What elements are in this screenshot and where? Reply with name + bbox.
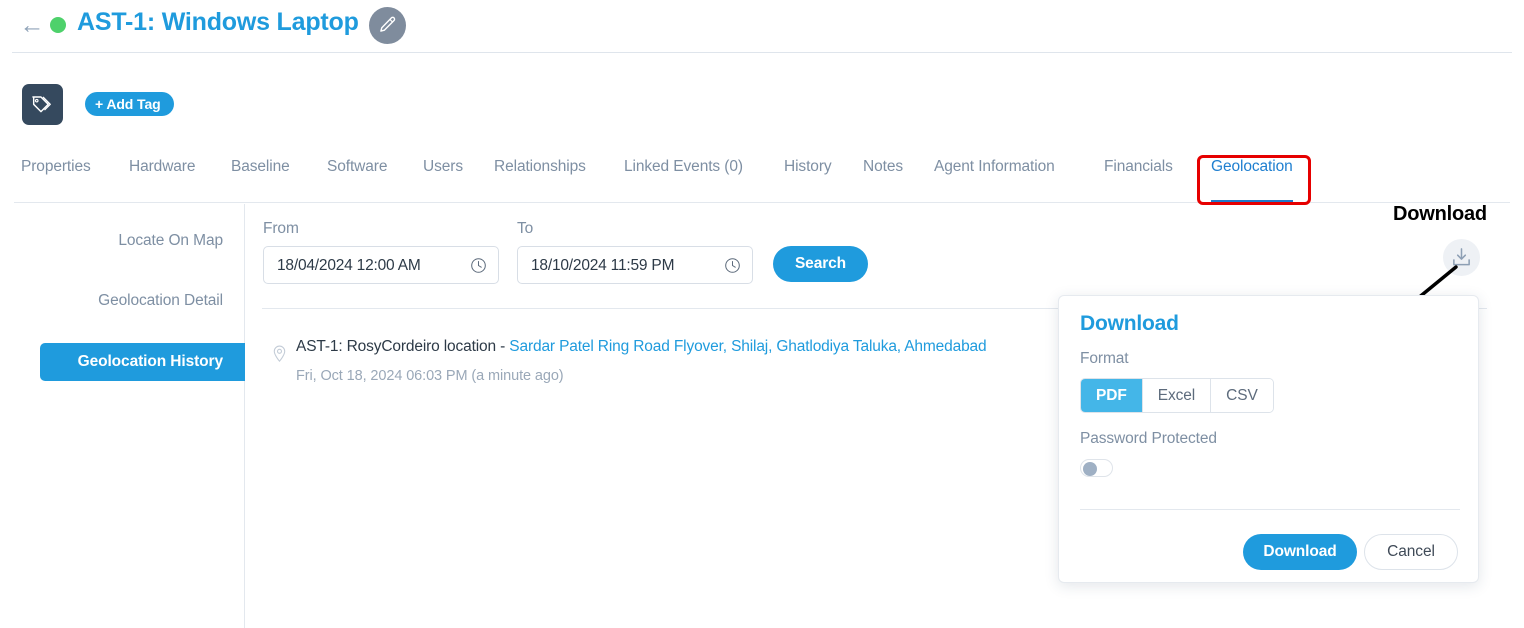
format-option-pdf[interactable]: PDF: [1081, 379, 1143, 412]
tab-baseline[interactable]: Baseline: [231, 158, 290, 194]
from-date-input[interactable]: 18/04/2024 12:00 AM: [263, 246, 499, 284]
from-label: From: [263, 220, 299, 237]
tags-button[interactable]: [22, 84, 63, 125]
download-dialog: Download Format PDF Excel CSV Password P…: [1058, 295, 1479, 583]
sidebar-item-geolocation-detail[interactable]: Geolocation Detail: [0, 282, 245, 320]
tab-financials[interactable]: Financials: [1104, 158, 1173, 194]
dialog-download-button[interactable]: Download: [1243, 534, 1357, 570]
toggle-knob: [1083, 462, 1097, 476]
header-divider: [12, 52, 1512, 53]
tags-icon: [32, 96, 51, 113]
format-option-excel[interactable]: Excel: [1142, 379, 1212, 412]
tab-history[interactable]: History: [784, 158, 832, 194]
clock-icon[interactable]: [724, 257, 741, 274]
tab-agent-information[interactable]: Agent Information: [934, 158, 1055, 194]
sidebar-item-locate-on-map[interactable]: Locate On Map: [0, 222, 245, 260]
dialog-cancel-button[interactable]: Cancel: [1364, 534, 1458, 570]
format-segmented-control: PDF Excel CSV: [1080, 378, 1274, 413]
format-label: Format: [1080, 350, 1129, 367]
tab-relationships[interactable]: Relationships: [494, 158, 586, 194]
status-indicator-dot: [50, 17, 66, 33]
to-label: To: [517, 220, 534, 237]
clock-icon[interactable]: [470, 257, 487, 274]
tab-linked-events[interactable]: Linked Events (0): [624, 158, 743, 194]
page-title: AST-1: Windows Laptop: [77, 8, 359, 36]
from-date-value: 18/04/2024 12:00 AM: [277, 257, 421, 274]
tab-properties[interactable]: Properties: [21, 158, 91, 194]
format-option-csv[interactable]: CSV: [1211, 379, 1273, 412]
app-root: ← AST-1: Windows Laptop + Add Tag Proper…: [0, 0, 1524, 628]
download-annotation-label: Download: [1393, 203, 1487, 225]
add-tag-button[interactable]: + Add Tag: [85, 92, 174, 116]
edit-asset-button[interactable]: [369, 7, 406, 44]
back-arrow-icon[interactable]: ←: [19, 12, 45, 38]
download-tray-icon: [1453, 248, 1470, 266]
map-pin-icon: [273, 345, 286, 363]
password-protected-label: Password Protected: [1080, 430, 1217, 447]
page-header: ← AST-1: Windows Laptop: [0, 0, 1524, 53]
tab-bar: Properties Hardware Baseline Software Us…: [0, 158, 1524, 204]
location-timestamp: Fri, Oct 18, 2024 06:03 PM (a minute ago…: [296, 368, 564, 384]
geolocation-history-list: AST-1: RosyCordeiro location - Sardar Pa…: [262, 336, 1058, 396]
location-prefix: AST-1: RosyCordeiro location -: [296, 338, 510, 355]
location-title: AST-1: RosyCordeiro location - Sardar Pa…: [296, 336, 987, 358]
to-date-input[interactable]: 18/10/2024 11:59 PM: [517, 246, 753, 284]
dialog-divider: [1080, 509, 1460, 510]
pencil-icon: [380, 16, 396, 32]
dialog-title: Download: [1080, 312, 1179, 335]
tab-notes[interactable]: Notes: [863, 158, 903, 194]
sidebar-item-geolocation-history[interactable]: Geolocation History: [40, 343, 245, 381]
sidebar-divider: [244, 204, 245, 628]
search-button[interactable]: Search: [773, 246, 868, 282]
tab-users[interactable]: Users: [423, 158, 463, 194]
tab-hardware[interactable]: Hardware: [129, 158, 196, 194]
location-address-link[interactable]: Sardar Patel Ring Road Flyover, Shilaj, …: [509, 338, 986, 355]
download-button[interactable]: [1443, 239, 1480, 276]
tab-software[interactable]: Software: [327, 158, 387, 194]
password-protected-toggle[interactable]: [1080, 459, 1113, 477]
tabs-divider: [14, 202, 1510, 203]
tab-geolocation[interactable]: Geolocation: [1211, 158, 1293, 203]
to-date-value: 18/10/2024 11:59 PM: [531, 257, 675, 274]
